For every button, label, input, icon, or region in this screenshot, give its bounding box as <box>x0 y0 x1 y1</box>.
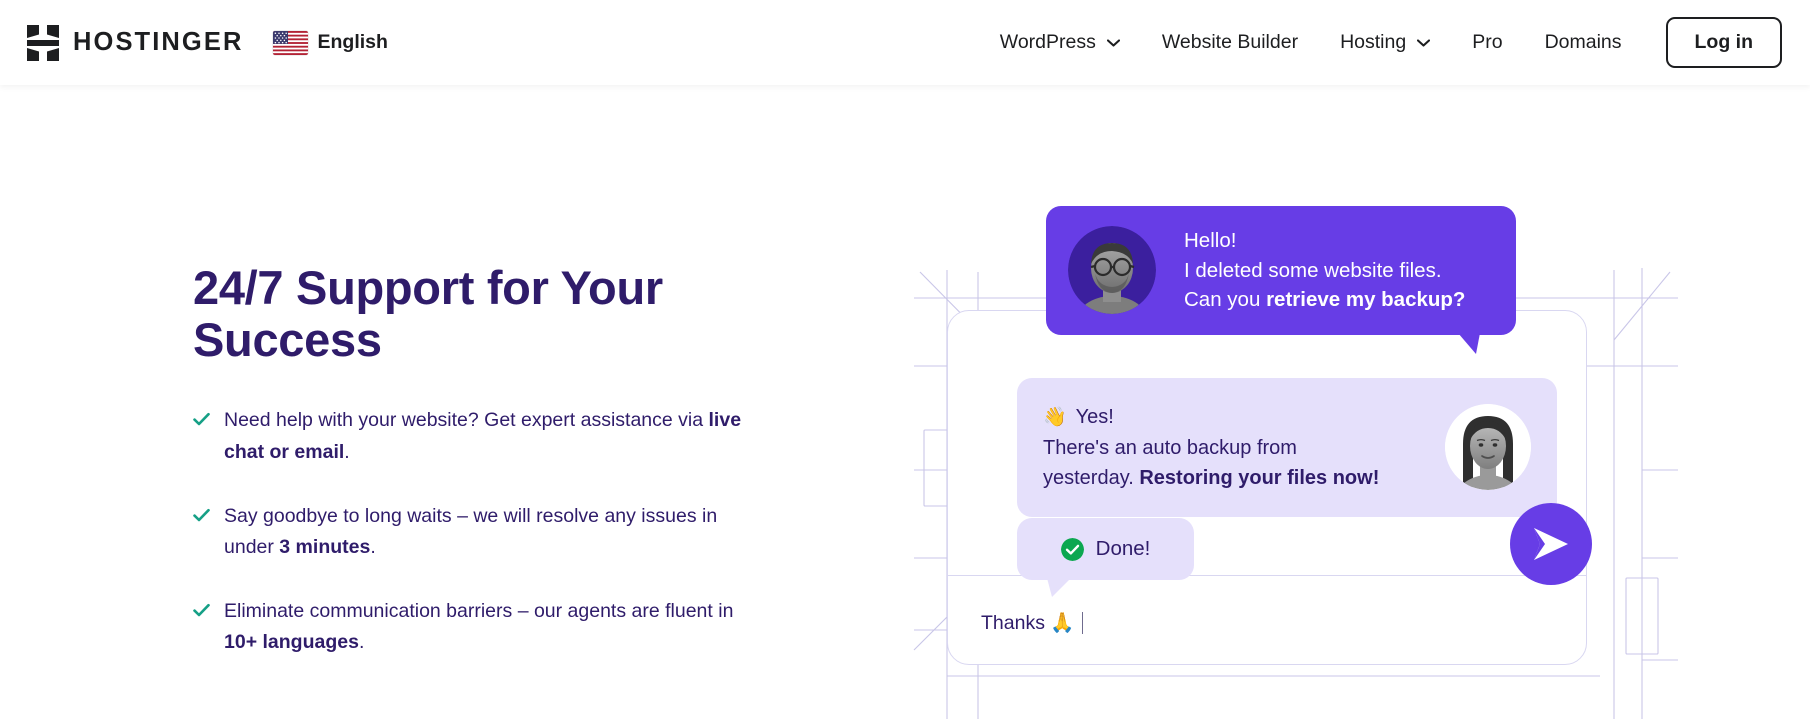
bullet-prefix: Eliminate communication barriers – our a… <box>224 599 734 622</box>
status-badge: Done! <box>1095 537 1151 560</box>
bullet-suffix: . <box>370 536 376 559</box>
send-paper-plane-icon <box>1534 528 1568 560</box>
bubble-tail <box>1458 332 1480 354</box>
nav-label: WordPress <box>999 31 1096 53</box>
bullet-prefix: Need help with your website? Get expert … <box>224 409 709 432</box>
chat-bubble-reply: 👋 Yes! There's an auto backup from yester… <box>1017 378 1557 517</box>
incoming-line-2: I deleted some website files. <box>1184 258 1442 282</box>
reply-line-3-bold: Restoring your files now! <box>1139 466 1380 489</box>
incoming-line-3-bold: retrieve my backup? <box>1266 288 1466 312</box>
reply-line-3-prefix: yesterday. <box>1043 466 1140 489</box>
feature-list: Need help with your website? Get expert … <box>193 405 773 658</box>
language-label: English <box>317 31 388 53</box>
agent-avatar <box>1445 404 1531 491</box>
wave-emoji-icon: 👋 <box>1043 407 1067 428</box>
chat-bubble-status: Done! <box>1017 518 1194 597</box>
brand-name: HOSTINGER <box>73 28 244 56</box>
incoming-line-3-prefix: Can you <box>1184 288 1267 312</box>
list-item: Need help with your website? Get expert … <box>193 405 773 468</box>
nav-label: Website Builder <box>1161 31 1299 53</box>
check-icon <box>193 603 210 616</box>
reply-line-1-text: Yes! <box>1075 406 1114 428</box>
main-nav: WordPress Website Builder Hosting Pro Do… <box>1000 0 1810 85</box>
login-button[interactable]: Log in <box>1665 17 1782 68</box>
send-button[interactable] <box>1510 503 1592 585</box>
message-input-value: Thanks 🙏 <box>981 612 1075 634</box>
language-selector[interactable]: English <box>272 30 388 55</box>
us-flag-icon <box>272 30 308 55</box>
bullet-suffix: . <box>344 440 350 463</box>
customer-avatar <box>1068 226 1156 315</box>
reply-line-2: There's an auto backup from <box>1043 436 1297 459</box>
list-item: Eliminate communication barriers – our a… <box>193 596 773 659</box>
chat-illustration: Thanks 🙏 Hello! I deleted some website f… <box>900 180 1690 719</box>
reply-message-text: 👋 Yes! There's an auto backup from yester… <box>1043 402 1379 493</box>
nav-item-website-builder[interactable]: Website Builder <box>1162 31 1298 54</box>
nav-label: Domains <box>1544 31 1622 53</box>
bullet-bold: 3 minutes <box>279 536 371 559</box>
nav-item-pro[interactable]: Pro <box>1472 31 1502 54</box>
nav-label: Pro <box>1472 31 1503 53</box>
page-root: HOSTINGER English WordPress Website Buil… <box>0 0 1810 719</box>
chat-bubble-incoming: Hello! I deleted some website files. Can… <box>1046 206 1516 354</box>
list-item-text: Eliminate communication barriers – our a… <box>224 596 764 659</box>
green-check-circle-icon <box>1060 537 1084 561</box>
list-item-text: Need help with your website? Get expert … <box>224 405 764 468</box>
incoming-line-1: Hello! <box>1184 229 1237 252</box>
check-icon <box>193 508 210 521</box>
nav-item-hosting[interactable]: Hosting <box>1340 31 1431 54</box>
chevron-down-icon <box>1417 38 1431 47</box>
reply-line-3: yesterday. Restoring your files now! <box>1043 463 1379 493</box>
list-item-text: Say goodbye to long waits – we will reso… <box>224 501 764 564</box>
incoming-message-text: Hello! I deleted some website files. Can… <box>1184 226 1465 315</box>
nav-item-wordpress[interactable]: WordPress <box>1000 31 1120 54</box>
bullet-suffix: . <box>358 631 365 654</box>
incoming-line-3: Can you retrieve my backup? <box>1184 285 1465 315</box>
bubble-tail <box>1047 578 1071 597</box>
brand-logo[interactable]: HOSTINGER <box>26 0 244 85</box>
bullet-bold: 10+ languages <box>224 631 359 654</box>
check-icon <box>193 413 210 426</box>
reply-line-1: 👋 Yes! <box>1043 402 1379 433</box>
nav-item-domains[interactable]: Domains <box>1545 31 1622 54</box>
page-title: 24/7 Support for Your Success <box>193 261 663 366</box>
hero-copy: 24/7 Support for Your Success Need help … <box>193 262 773 659</box>
hostinger-logo-icon <box>27 24 59 61</box>
text-caret <box>1081 612 1084 634</box>
nav-label: Hosting <box>1340 31 1407 53</box>
chevron-down-icon <box>1106 38 1120 47</box>
site-header: HOSTINGER English WordPress Website Buil… <box>0 0 1810 85</box>
message-input[interactable]: Thanks 🙏 <box>981 611 1084 635</box>
list-item: Say goodbye to long waits – we will reso… <box>193 501 773 564</box>
